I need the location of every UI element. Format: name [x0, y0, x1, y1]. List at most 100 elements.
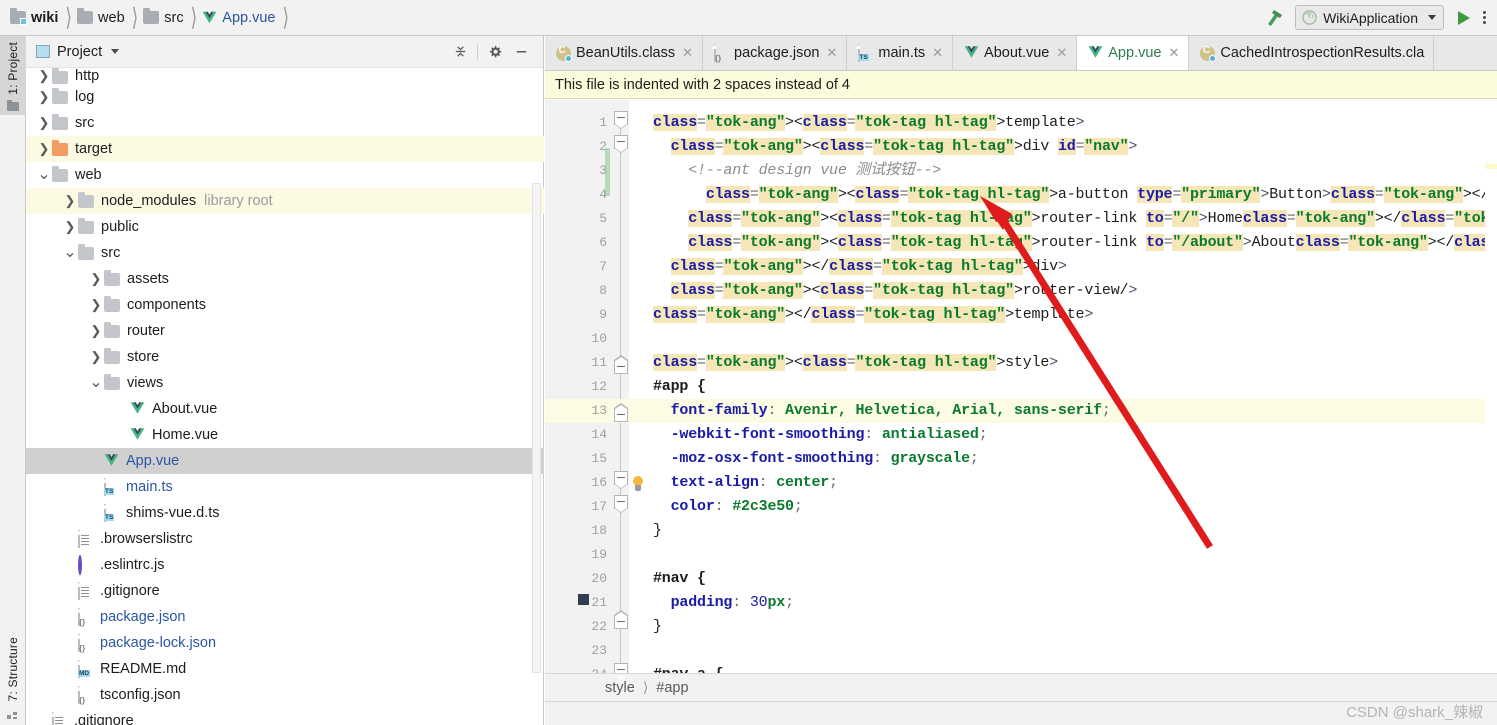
fold-marker-style[interactable] [614, 471, 628, 489]
chevron-right-icon[interactable]: ❯ [36, 89, 52, 105]
breadcrumb-style[interactable]: style [605, 680, 635, 696]
tree-node-readme-md[interactable]: MD README.md [26, 656, 544, 682]
tab-beanutils-class[interactable]: BeanUtils.class ✕ [545, 36, 704, 70]
tree-node--browserslistrc[interactable]: .browserslistrc [26, 526, 544, 552]
close-icon[interactable]: ✕ [682, 45, 693, 61]
collapse-all-icon[interactable] [447, 39, 473, 65]
close-icon[interactable]: ✕ [1168, 45, 1179, 61]
code-line[interactable]: 16 text-align: center; [545, 471, 1497, 495]
code-line[interactable]: 10 [545, 327, 1497, 351]
code-line[interactable]: 13 font-family: Avenir, Helvetica, Arial… [545, 399, 1497, 423]
tree-node-home-vue[interactable]: Home.vue [26, 422, 544, 448]
project-tree-scrollbar[interactable] [532, 183, 541, 673]
fold-marker-div-end[interactable] [614, 355, 628, 374]
editor-notification-bar[interactable]: This file is indented with 2 spaces inst… [545, 71, 1497, 99]
tree-node-main-ts[interactable]: TS main.ts [26, 474, 544, 500]
tree-node-tsconfig-json[interactable]: {} tsconfig.json [26, 682, 544, 708]
fold-marker-template[interactable] [614, 111, 628, 129]
tree-node-src[interactable]: ❯ src [26, 110, 544, 136]
tree-node-assets[interactable]: ❯ assets [26, 266, 544, 292]
chevron-right-icon[interactable]: ❯ [36, 141, 52, 157]
tree-node-app-vue[interactable]: App.vue [26, 448, 544, 474]
code-line[interactable]: 1 class="tok-ang"><class="tok-tag hl-tag"… [545, 111, 1497, 135]
close-icon[interactable]: ✕ [932, 45, 943, 61]
gear-icon[interactable] [482, 39, 508, 65]
breadcrumb-item-src[interactable]: src [143, 0, 184, 36]
code-line[interactable]: 22} [545, 615, 1497, 639]
tree-node-package-json[interactable]: {} package.json [26, 604, 544, 630]
code-line[interactable]: 3 <!--ant design vue 测试按钮--> [545, 159, 1497, 183]
code-line[interactable]: 2 class="tok-ang"><class="tok-tag hl-tag… [545, 135, 1497, 159]
tree-node--gitignore[interactable]: .gitignore [26, 708, 544, 725]
tree-node-public[interactable]: ❯ public [26, 214, 544, 240]
breadcrumb-item-appvue[interactable]: App.vue [202, 0, 276, 36]
chevron-right-icon[interactable]: ❯ [62, 219, 78, 235]
code-line[interactable]: 12 #app { [545, 375, 1497, 399]
chevron-right-icon[interactable]: ❯ [88, 349, 104, 365]
chevron-right-icon[interactable]: ❯ [36, 68, 52, 84]
tab-cachedintrospectionresults-cla[interactable]: CachedIntrospectionResults.cla [1189, 36, 1435, 70]
chevron-right-icon[interactable]: ❯ [36, 115, 52, 131]
tree-node-target[interactable]: ❯ target [26, 136, 544, 162]
chevron-down-icon[interactable]: ⌄ [88, 375, 104, 391]
code-line[interactable]: 5 class="tok-ang"><class="tok-tag hl-tag… [545, 207, 1497, 231]
tree-node--eslintrc-js[interactable]: .eslintrc.js [26, 552, 544, 578]
code-line[interactable]: 8 class="tok-ang"><class="tok-tag hl-tag… [545, 279, 1497, 303]
sidebar-item-structure[interactable]: 7: Structure [0, 633, 26, 725]
minimize-icon[interactable] [508, 39, 534, 65]
tree-node-log[interactable]: ❯ log [26, 84, 544, 110]
tab-main-ts[interactable]: TS main.ts ✕ [847, 36, 954, 70]
code-line[interactable]: 18} [545, 519, 1497, 543]
tree-node-package-lock-json[interactable]: {} package-lock.json [26, 630, 544, 656]
code-line[interactable]: 21 padding: 30px; [545, 591, 1497, 615]
editor-tab-bar[interactable]: BeanUtils.class ✕ {} package.json ✕ TS main.ts… [545, 36, 1497, 71]
fold-marker-div[interactable] [614, 135, 628, 153]
code-line[interactable]: 7 class="tok-ang"></class="tok-tag hl-ta… [545, 255, 1497, 279]
tab-app-vue[interactable]: App.vue ✕ [1077, 36, 1190, 70]
editor-scrollbar[interactable] [1485, 164, 1497, 697]
run-configuration-selector[interactable]: WikiApplication [1295, 5, 1444, 30]
fold-marker-app-rule-end[interactable] [614, 610, 628, 629]
project-tree[interactable]: ❯ http ❯ log ❯ src ❯ target ⌄ web ❯ node_modules lib… [26, 68, 544, 725]
tree-node-src[interactable]: ⌄ src [26, 240, 544, 266]
tree-node-http[interactable]: ❯ http [26, 68, 544, 84]
more-vertical-icon[interactable] [1477, 7, 1491, 29]
code-line[interactable]: 6 class="tok-ang"><class="tok-tag hl-tag… [545, 231, 1497, 255]
tree-node-about-vue[interactable]: About.vue [26, 396, 544, 422]
tab-package-json[interactable]: {} package.json ✕ [703, 36, 848, 70]
chevron-right-icon[interactable]: ❯ [62, 193, 78, 209]
code-line[interactable]: 4 class="tok-ang"><class="tok-tag hl-tag… [545, 183, 1497, 207]
code-line[interactable]: 17 color: #2c3e50; [545, 495, 1497, 519]
tree-node-router[interactable]: ❯ router [26, 318, 544, 344]
chevron-down-icon[interactable] [111, 49, 120, 54]
close-icon[interactable]: ✕ [1056, 45, 1067, 61]
close-icon[interactable]: ✕ [826, 45, 837, 61]
tree-node-components[interactable]: ❯ components [26, 292, 544, 318]
code-line[interactable]: 20 #nav { [545, 567, 1497, 591]
chevron-right-icon[interactable]: ❯ [88, 271, 104, 287]
hammer-icon[interactable] [1263, 7, 1285, 29]
code-line[interactable]: 23 [545, 639, 1497, 663]
sidebar-item-project[interactable]: 1: Project [0, 36, 26, 115]
chevron-right-icon[interactable]: ❯ [88, 323, 104, 339]
code-editor[interactable]: 1 class="tok-ang"><class="tok-tag hl-tag"… [545, 100, 1497, 697]
fold-marker-app-rule[interactable] [614, 495, 628, 513]
tree-node-web[interactable]: ⌄ web [26, 162, 544, 188]
tree-node--gitignore[interactable]: .gitignore [26, 578, 544, 604]
editor-breadcrumb[interactable]: style ⟩ #app [545, 673, 1497, 701]
chevron-down-icon[interactable]: ⌄ [62, 245, 78, 261]
tree-node-views[interactable]: ⌄ views [26, 370, 544, 396]
code-line[interactable]: 19 [545, 543, 1497, 567]
tab-about-vue[interactable]: About.vue ✕ [953, 36, 1078, 70]
tree-node-node-modules[interactable]: ❯ node_modules library root [26, 188, 544, 214]
code-line[interactable]: 14 -webkit-font-smoothing: antialiased; [545, 423, 1497, 447]
color-swatch-icon[interactable] [578, 594, 589, 605]
fold-marker-template-end[interactable] [614, 403, 628, 422]
intention-bulb-icon[interactable] [631, 476, 645, 492]
run-play-icon[interactable] [1452, 7, 1474, 29]
chevron-right-icon[interactable]: ❯ [88, 297, 104, 313]
code-line[interactable]: 15 -moz-osx-font-smoothing: grayscale; [545, 447, 1497, 471]
code-line[interactable]: 11 class="tok-ang"><class="tok-tag hl-tag… [545, 351, 1497, 375]
code-line[interactable]: 9 class="tok-ang"></class="tok-tag hl-tag… [545, 303, 1497, 327]
breadcrumb-app[interactable]: #app [656, 680, 688, 696]
